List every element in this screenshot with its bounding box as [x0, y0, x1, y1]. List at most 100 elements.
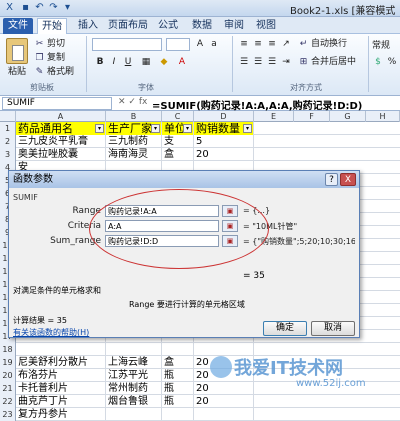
row-header[interactable]: 22 — [0, 395, 16, 408]
align-top-icon[interactable]: ≡ — [238, 38, 250, 50]
column-header[interactable]: H — [366, 111, 400, 122]
align-center-icon[interactable]: ☰ — [252, 56, 264, 68]
tab-view[interactable]: 视图 — [252, 18, 280, 34]
font-size-dropdown[interactable] — [166, 38, 190, 51]
italic-icon[interactable]: I — [108, 56, 120, 68]
filter-dropdown-icon[interactable]: ▾ — [95, 124, 104, 133]
table-cell[interactable]: 瓶 — [162, 369, 194, 382]
customize-quick-access-icon[interactable]: ▾ — [61, 2, 74, 14]
function-help-link[interactable]: 有关该函数的帮助(H) — [13, 327, 89, 338]
formula-bar-buttons[interactable]: ✕ ✓ fx — [118, 97, 147, 107]
table-cell[interactable]: 曲克芦丁片 — [16, 395, 106, 408]
orientation-icon[interactable]: ↗ — [280, 38, 292, 50]
column-header[interactable]: A — [16, 111, 106, 122]
row-header[interactable]: 19 — [0, 356, 16, 369]
table-cell[interactable]: 支 — [162, 135, 194, 148]
filter-dropdown-icon[interactable]: ▾ — [151, 124, 160, 133]
table-cell[interactable] — [162, 408, 194, 421]
formula-input[interactable]: =SUMIF(购药记录!A:A,A:A,购药记录!D:D) — [152, 97, 362, 112]
table-cell[interactable]: 瓶 — [162, 395, 194, 408]
format-painter-button[interactable]: ✎ 格式刷 — [34, 66, 74, 78]
align-right-icon[interactable]: ☰ — [266, 56, 278, 68]
table-cell[interactable]: 5 — [194, 135, 254, 148]
column-header[interactable]: E — [254, 111, 294, 122]
insert-function-icon[interactable]: fx — [139, 97, 148, 107]
table-cell[interactable]: 三九皮炎平乳膏 — [16, 135, 106, 148]
currency-icon[interactable]: $ — [372, 56, 384, 68]
font-color-icon[interactable]: A — [176, 56, 188, 68]
tab-data[interactable]: 数据 — [188, 18, 216, 34]
undo-icon[interactable]: ↶ — [33, 2, 46, 14]
ok-button[interactable]: 确定 — [263, 321, 307, 336]
cut-button[interactable]: ✂ 剪切 — [34, 38, 65, 50]
row-header[interactable]: 3 — [0, 148, 16, 161]
column-header[interactable]: G — [330, 111, 366, 122]
name-box[interactable]: SUMIF — [2, 97, 112, 110]
table-cell[interactable]: 奥美拉唑胶囊 — [16, 148, 106, 161]
table-cell[interactable]: 海南海灵 — [106, 148, 162, 161]
align-bottom-icon[interactable]: ≡ — [266, 38, 278, 50]
table-cell[interactable]: 常州制药 — [106, 382, 162, 395]
table-cell[interactable]: 三九制药 — [106, 135, 162, 148]
cancel-button[interactable]: 取消 — [311, 321, 355, 336]
table-cell[interactable]: 卡托普利片 — [16, 382, 106, 395]
underline-icon[interactable]: U — [122, 56, 134, 68]
column-header[interactable]: F — [294, 111, 330, 122]
align-middle-icon[interactable]: ≡ — [252, 38, 264, 50]
table-cell[interactable] — [194, 408, 254, 421]
paste-icon[interactable] — [6, 38, 28, 64]
grow-font-icon[interactable]: A — [194, 38, 206, 50]
table-cell[interactable]: 盒 — [162, 148, 194, 161]
table-cell[interactable]: 20 — [194, 395, 254, 408]
font-name-dropdown[interactable] — [92, 38, 162, 51]
tab-file[interactable]: 文件 — [3, 18, 33, 34]
copy-button[interactable]: ❐ 复制 — [34, 52, 65, 64]
tab-formulas[interactable]: 公式 — [154, 18, 182, 34]
table-cell[interactable]: 烟台鲁银 — [106, 395, 162, 408]
indent-icon[interactable]: ⇥ — [280, 56, 292, 68]
filter-dropdown-icon[interactable]: ▾ — [183, 124, 192, 133]
row-header[interactable]: 2 — [0, 135, 16, 148]
table-cell[interactable] — [162, 343, 194, 356]
merge-center-button[interactable]: ⊞ 合并后居中 — [298, 56, 356, 68]
column-header[interactable]: C — [162, 111, 194, 122]
paste-button[interactable]: 粘贴 — [8, 66, 26, 78]
tab-insert[interactable]: 插入 — [74, 18, 102, 34]
column-header[interactable]: B — [106, 111, 162, 122]
column-header[interactable]: D — [194, 111, 254, 122]
table-cell[interactable]: 复方丹参片 — [16, 408, 106, 421]
row-header[interactable]: 23 — [0, 408, 16, 421]
select-all-corner[interactable] — [0, 111, 16, 122]
table-cell[interactable]: 盒 — [162, 356, 194, 369]
row-header[interactable]: 20 — [0, 369, 16, 382]
shrink-font-icon[interactable]: a — [208, 38, 220, 50]
fill-color-icon[interactable]: ◆ — [158, 56, 170, 68]
table-cell[interactable] — [16, 343, 106, 356]
filter-dropdown-icon[interactable]: ▾ — [243, 124, 252, 133]
table-cell[interactable] — [106, 343, 162, 356]
row-header[interactable]: 21 — [0, 382, 16, 395]
tab-home[interactable]: 开始 — [37, 18, 67, 35]
table-cell[interactable]: 上海云峰 — [106, 356, 162, 369]
redo-icon[interactable]: ↷ — [47, 2, 60, 14]
close-icon[interactable]: X — [340, 173, 356, 186]
number-format-dropdown[interactable]: 常规 — [372, 40, 390, 52]
align-left-icon[interactable]: ☰ — [238, 56, 250, 68]
table-cell[interactable] — [106, 408, 162, 421]
table-cell[interactable]: 瓶 — [162, 382, 194, 395]
row-header[interactable]: 18 — [0, 343, 16, 356]
bold-icon[interactable]: B — [94, 56, 106, 68]
row-header[interactable]: 1 — [0, 122, 16, 135]
help-icon[interactable]: ? — [325, 173, 338, 186]
percent-icon[interactable]: % — [386, 56, 398, 68]
table-cell[interactable]: 江苏平光 — [106, 369, 162, 382]
wrap-text-button[interactable]: ↵ 自动换行 — [298, 38, 347, 50]
table-cell[interactable]: 尼美舒利分散片 — [16, 356, 106, 369]
table-cell[interactable]: 布洛芬片 — [16, 369, 106, 382]
dialog-title[interactable]: 函数参数 — [9, 171, 359, 188]
border-icon[interactable]: ▦ — [140, 56, 152, 68]
header-cell[interactable]: 药品通用名 — [16, 122, 106, 135]
table-cell[interactable]: 20 — [194, 148, 254, 161]
tab-review[interactable]: 审阅 — [220, 18, 248, 34]
confirm-entry-icon[interactable]: ✓ — [128, 97, 136, 107]
